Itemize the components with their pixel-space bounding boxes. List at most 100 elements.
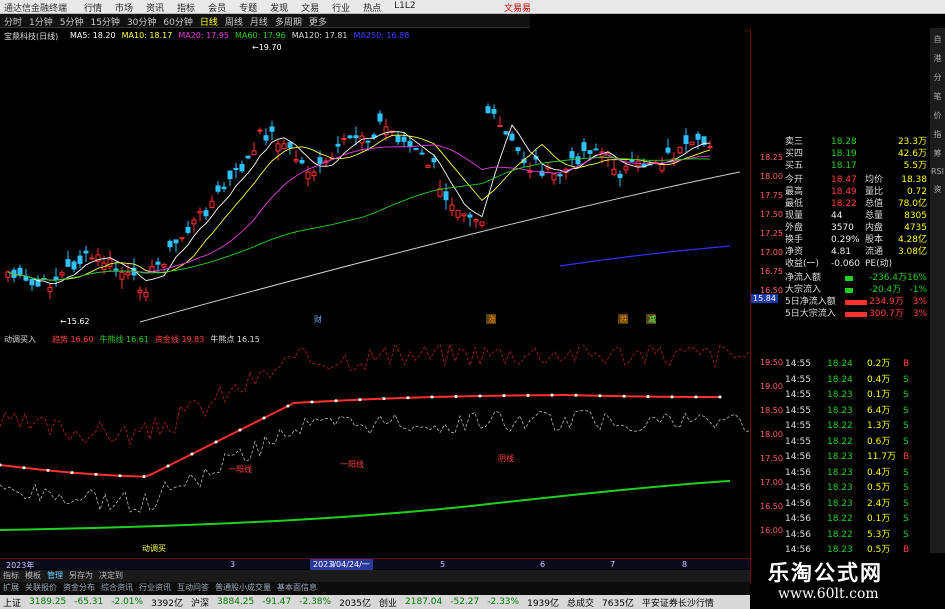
trend-dot [694, 395, 698, 399]
tick-price: 18.23 [827, 467, 853, 478]
sidebar-tool[interactable]: 自 [934, 34, 942, 45]
indicator-chart[interactable]: 一阳线 一阳线 阴线 动调买 [0, 341, 751, 557]
trend-dot [118, 474, 122, 478]
sidebar-tool[interactable]: 分 [934, 72, 942, 83]
bottom-tab[interactable]: 指标 [3, 570, 19, 582]
trend-dot [622, 394, 626, 398]
trend-dot [502, 394, 506, 398]
index-change: -65.31 [74, 597, 104, 607]
bottom-tab[interactable]: 管理 [47, 570, 63, 582]
index-change: -52.27 [450, 597, 480, 607]
menu-item[interactable]: 资讯 [146, 1, 164, 14]
trend-dot [214, 440, 218, 444]
tick-price: 18.23 [827, 498, 853, 509]
kline-svg: ←19.70 ←15.62 财 涨 跌 减 [5, 43, 741, 326]
candle-body [695, 133, 701, 140]
indicator-axis-label: 16.50 [760, 502, 783, 511]
menu-item[interactable]: 会员 [208, 1, 226, 14]
period-button[interactable]: 5分钟 [60, 15, 84, 28]
candle-body [401, 136, 407, 142]
info-tab[interactable]: 互动问答 [177, 582, 209, 595]
candle-body [503, 131, 509, 135]
sidebar-tool[interactable]: 港 [934, 53, 942, 64]
candle-body [71, 261, 77, 270]
bottom-tab[interactable]: 模板 [25, 570, 41, 582]
ma-legend: 宝鼎科技(日线) MA5: 18.20 MA10: 18.17 MA20: 17.9… [0, 30, 750, 42]
tick-volume: 0.6万 [867, 436, 891, 447]
bottom-tab[interactable]: 决定到 [99, 570, 123, 582]
period-button[interactable]: 60分钟 [163, 15, 192, 28]
index-name[interactable]: 创业 [379, 596, 397, 609]
candle-body [89, 257, 95, 260]
tick-time: 14:55 [785, 390, 811, 400]
info-tab[interactable]: 综合资讯 [101, 582, 133, 595]
period-button[interactable]: 月线 [250, 15, 268, 28]
index-name[interactable]: 沪深 [191, 596, 209, 609]
info-tab[interactable]: 扩展 [3, 582, 19, 595]
info-tab[interactable]: 资金分布 [63, 582, 95, 595]
menu-item[interactable]: 发现 [270, 1, 288, 14]
candle-body [461, 213, 467, 217]
info-tab[interactable]: 基本面信息 [277, 582, 317, 595]
indicator-annotation: 一阳线 [340, 459, 364, 469]
candle-body [179, 237, 185, 240]
indicator-annotation: 一阳线 [228, 464, 252, 474]
sidebar-tool[interactable]: 资 [934, 184, 942, 195]
period-button[interactable]: 更多 [309, 15, 327, 28]
candle-body [161, 263, 167, 268]
candle-body [689, 141, 695, 146]
sidebar-tool[interactable]: 笔 [934, 91, 942, 102]
ma250-line [559, 245, 731, 267]
period-button[interactable]: 日线 [200, 15, 218, 28]
menu-item[interactable]: L1L2 [394, 1, 415, 14]
flow-bar [845, 312, 867, 317]
menu-item[interactable]: 热点 [363, 1, 381, 14]
candle-body [257, 129, 263, 132]
period-button[interactable]: 30分钟 [127, 15, 156, 28]
sidebar-tool[interactable]: 指 [934, 129, 942, 140]
tick-volume: 1.3万 [867, 421, 891, 431]
period-button[interactable]: 分时 [4, 15, 22, 28]
menu-item[interactable]: 市场 [115, 1, 133, 14]
kline-chart[interactable]: ←19.70 ←15.62 财 涨 跌 减 [0, 42, 750, 328]
stock-name: 宝鼎科技(日线) [4, 32, 59, 41]
flow-value: 300.7万 [869, 309, 904, 319]
candle-body [143, 291, 149, 298]
index-value: 3884.25 [217, 597, 255, 607]
sidebar-tool[interactable]: 筹 [934, 148, 942, 159]
trend-dot [526, 393, 530, 397]
period-button[interactable]: 1分钟 [29, 15, 53, 28]
period-button[interactable]: 多周期 [275, 15, 302, 28]
event-marker[interactable]: 财 [314, 314, 322, 324]
menu-item[interactable]: 指标 [177, 1, 195, 14]
tick-time: 14:55 [785, 374, 811, 385]
candle-body [443, 191, 449, 201]
tick-price: 18.24 [827, 374, 853, 385]
candle-body [107, 258, 113, 268]
main-menu: 行情 市场 资讯 指标 会员 专题 发现 文易 行业 热点 L1L2 [84, 1, 416, 14]
sidebar-tool[interactable]: 价 [934, 110, 942, 121]
candle-body [287, 142, 293, 148]
tick-price: 18.22 [827, 436, 853, 447]
period-button[interactable]: 周线 [225, 15, 243, 28]
event-marker[interactable]: 减 [648, 314, 656, 324]
sidebar-tool[interactable]: RSI [931, 167, 944, 176]
info-tab[interactable]: 行业资讯 [139, 582, 171, 595]
tick-price: 18.22 [827, 529, 853, 540]
info-tab[interactable]: 普通股小成交量 [215, 582, 271, 595]
bottom-tab[interactable]: 另存为 [69, 570, 93, 582]
event-marker[interactable]: 涨 [488, 314, 496, 324]
menu-item[interactable]: 行情 [84, 1, 102, 14]
trend-dot [574, 393, 578, 397]
status-extra: 平安证券长沙行情 [641, 598, 714, 609]
menu-item[interactable]: 文易 [301, 1, 319, 14]
candle-body [191, 219, 197, 225]
menu-item[interactable]: 行业 [332, 1, 350, 14]
info-tab[interactable]: 关联报价 [25, 582, 57, 595]
period-button[interactable]: 15分钟 [90, 15, 119, 28]
index-name[interactable]: 上证 [3, 596, 21, 609]
menu-item[interactable]: 专题 [239, 1, 257, 14]
event-marker[interactable]: 跌 [620, 314, 628, 324]
candle-body [581, 142, 587, 152]
tick-time: 14:55 [785, 359, 811, 369]
